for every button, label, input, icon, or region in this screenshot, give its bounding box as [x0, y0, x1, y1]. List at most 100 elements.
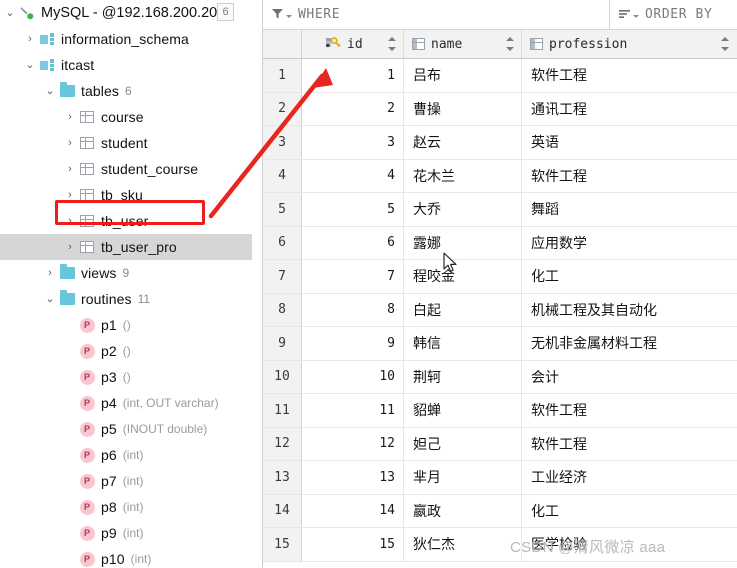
row-number[interactable]: 2 — [263, 92, 302, 125]
table-row[interactable]: 8 8 白起 机械工程及其自动化 — [263, 293, 737, 327]
order-by-button[interactable]: ORDER BY — [610, 0, 720, 29]
cell-name[interactable]: 露娜 — [404, 226, 522, 259]
chevron-down-icon[interactable]: ⌄ — [2, 0, 18, 26]
cell-profession[interactable]: 软件工程 — [522, 394, 736, 427]
cell-id[interactable]: 1 — [302, 59, 404, 92]
tree-item-p5[interactable]: Pp5 (INOUT double) — [0, 416, 252, 442]
chevron-right-icon[interactable]: › — [62, 182, 78, 208]
row-number[interactable]: 11 — [263, 394, 302, 427]
table-row[interactable]: 5 5 大乔 舞蹈 — [263, 193, 737, 227]
tree-item-p8[interactable]: Pp8 (int) — [0, 494, 252, 520]
cell-id[interactable]: 2 — [302, 92, 404, 125]
row-number[interactable]: 12 — [263, 427, 302, 460]
tree-item-p4[interactable]: Pp4 (int, OUT varchar) — [0, 390, 252, 416]
cell-id[interactable]: 12 — [302, 427, 404, 460]
chevron-down-icon[interactable] — [633, 15, 639, 18]
tree-item-student-course[interactable]: › student_course — [0, 156, 252, 182]
chevron-right-icon[interactable]: › — [62, 234, 78, 260]
tree-item-itcast[interactable]: ⌄ itcast — [0, 52, 252, 78]
cell-profession[interactable]: 化工 — [522, 495, 736, 528]
cell-name[interactable]: 大乔 — [404, 193, 522, 226]
tree-item-p1[interactable]: Pp1 () — [0, 312, 252, 338]
cell-name[interactable]: 嬴政 — [404, 494, 522, 527]
cell-profession[interactable]: 英语 — [522, 126, 736, 159]
cell-id[interactable]: 13 — [302, 461, 404, 494]
cell-name[interactable]: 貂蝉 — [404, 394, 522, 427]
row-number[interactable]: 6 — [263, 226, 302, 259]
cell-id[interactable]: 10 — [302, 360, 404, 393]
tree-item-tb-user-pro[interactable]: › tb_user_pro — [0, 234, 252, 260]
chevron-right-icon[interactable]: › — [42, 260, 58, 286]
cell-profession[interactable]: 应用数学 — [522, 227, 736, 260]
tree-item-tb-user[interactable]: › tb_user — [0, 208, 252, 234]
row-number[interactable]: 10 — [263, 360, 302, 393]
table-row[interactable]: 7 7 程咬金 化工 — [263, 260, 737, 294]
chevron-right-icon[interactable]: › — [62, 104, 78, 130]
cell-profession[interactable]: 机械工程及其自动化 — [522, 294, 736, 327]
cell-name[interactable]: 花木兰 — [404, 159, 522, 192]
grid-header-name[interactable]: name — [404, 30, 522, 58]
row-number[interactable]: 8 — [263, 293, 302, 326]
table-row[interactable]: 15 15 狄仁杰 医学检验 — [263, 528, 737, 562]
cell-id[interactable]: 7 — [302, 260, 404, 293]
table-row[interactable]: 2 2 曹操 通讯工程 — [263, 92, 737, 126]
tree-item-p9[interactable]: Pp9 (int) — [0, 520, 252, 546]
table-row[interactable]: 6 6 露娜 应用数学 — [263, 226, 737, 260]
grid-header-id[interactable]: id — [302, 30, 404, 58]
sort-toggle-name[interactable] — [506, 37, 514, 51]
chevron-down-icon[interactable] — [286, 15, 292, 18]
row-number[interactable]: 7 — [263, 260, 302, 293]
row-number[interactable]: 13 — [263, 461, 302, 494]
table-row[interactable]: 12 12 妲己 软件工程 — [263, 427, 737, 461]
row-number[interactable]: 1 — [263, 59, 302, 92]
cell-name[interactable]: 妲己 — [404, 427, 522, 460]
tree-item-tb-sku[interactable]: › tb_sku — [0, 182, 252, 208]
chevron-down-icon[interactable]: ⌄ — [42, 78, 58, 104]
cell-name[interactable]: 曹操 — [404, 92, 522, 125]
row-number[interactable]: 9 — [263, 327, 302, 360]
cell-profession[interactable]: 化工 — [522, 260, 736, 293]
table-row[interactable]: 11 11 貂蝉 软件工程 — [263, 394, 737, 428]
cell-name[interactable]: 赵云 — [404, 126, 522, 159]
tree-list[interactable]: › information_schema ⌄ itcast ⌄ tables 6 › cours… — [0, 26, 252, 568]
cell-profession[interactable]: 无机非金属材料工程 — [522, 327, 736, 360]
chevron-right-icon[interactable]: › — [62, 208, 78, 234]
cell-id[interactable]: 5 — [302, 193, 404, 226]
cell-profession[interactable]: 工业经济 — [522, 461, 736, 494]
cell-profession[interactable]: 舞蹈 — [522, 193, 736, 226]
row-number[interactable]: 14 — [263, 494, 302, 527]
cell-name[interactable]: 韩信 — [404, 327, 522, 360]
cell-name[interactable]: 狄仁杰 — [404, 528, 522, 561]
tree-item-information-schema[interactable]: › information_schema — [0, 26, 252, 52]
cell-name[interactable]: 荆轲 — [404, 360, 522, 393]
row-number[interactable]: 4 — [263, 159, 302, 192]
tree-item-p6[interactable]: Pp6 (int) — [0, 442, 252, 468]
table-row[interactable]: 1 1 吕布 软件工程 — [263, 59, 737, 93]
tree-item-routines[interactable]: ⌄ routines 11 — [0, 286, 252, 312]
cell-profession[interactable]: 通讯工程 — [522, 93, 736, 126]
row-number[interactable]: 3 — [263, 126, 302, 159]
grid-header-profession[interactable]: profession — [522, 30, 736, 58]
tree-item-course[interactable]: › course — [0, 104, 252, 130]
chevron-down-icon[interactable]: ⌄ — [42, 286, 58, 312]
cell-id[interactable]: 11 — [302, 394, 404, 427]
cell-name[interactable]: 程咬金 — [404, 260, 522, 293]
tree-item-tables[interactable]: ⌄ tables 6 — [0, 78, 252, 104]
tree-item-p7[interactable]: Pp7 (int) — [0, 468, 252, 494]
cell-id[interactable]: 6 — [302, 226, 404, 259]
cell-profession[interactable]: 软件工程 — [522, 160, 736, 193]
cell-name[interactable]: 吕布 — [404, 59, 522, 92]
cell-name[interactable]: 白起 — [404, 293, 522, 326]
tree-item-connection[interactable]: ⌄ MySQL - @192.168.200.202 6 — [0, 0, 252, 26]
table-row[interactable]: 9 9 韩信 无机非金属材料工程 — [263, 327, 737, 361]
cell-id[interactable]: 15 — [302, 528, 404, 561]
cell-id[interactable]: 8 — [302, 293, 404, 326]
row-number[interactable]: 15 — [263, 528, 302, 561]
grid-body[interactable]: 1 1 吕布 软件工程 2 2 曹操 通讯工程 3 3 赵云 英语 4 4 花木兰 软件工程 5 5 大乔 舞蹈 6 6 露… — [263, 59, 737, 562]
chevron-right-icon[interactable]: › — [62, 156, 78, 182]
tree-item-p3[interactable]: Pp3 () — [0, 364, 252, 390]
sort-toggle-profession[interactable] — [721, 37, 729, 51]
cell-id[interactable]: 3 — [302, 126, 404, 159]
tree-item-p10[interactable]: Pp10 (int) — [0, 546, 252, 568]
table-row[interactable]: 3 3 赵云 英语 — [263, 126, 737, 160]
